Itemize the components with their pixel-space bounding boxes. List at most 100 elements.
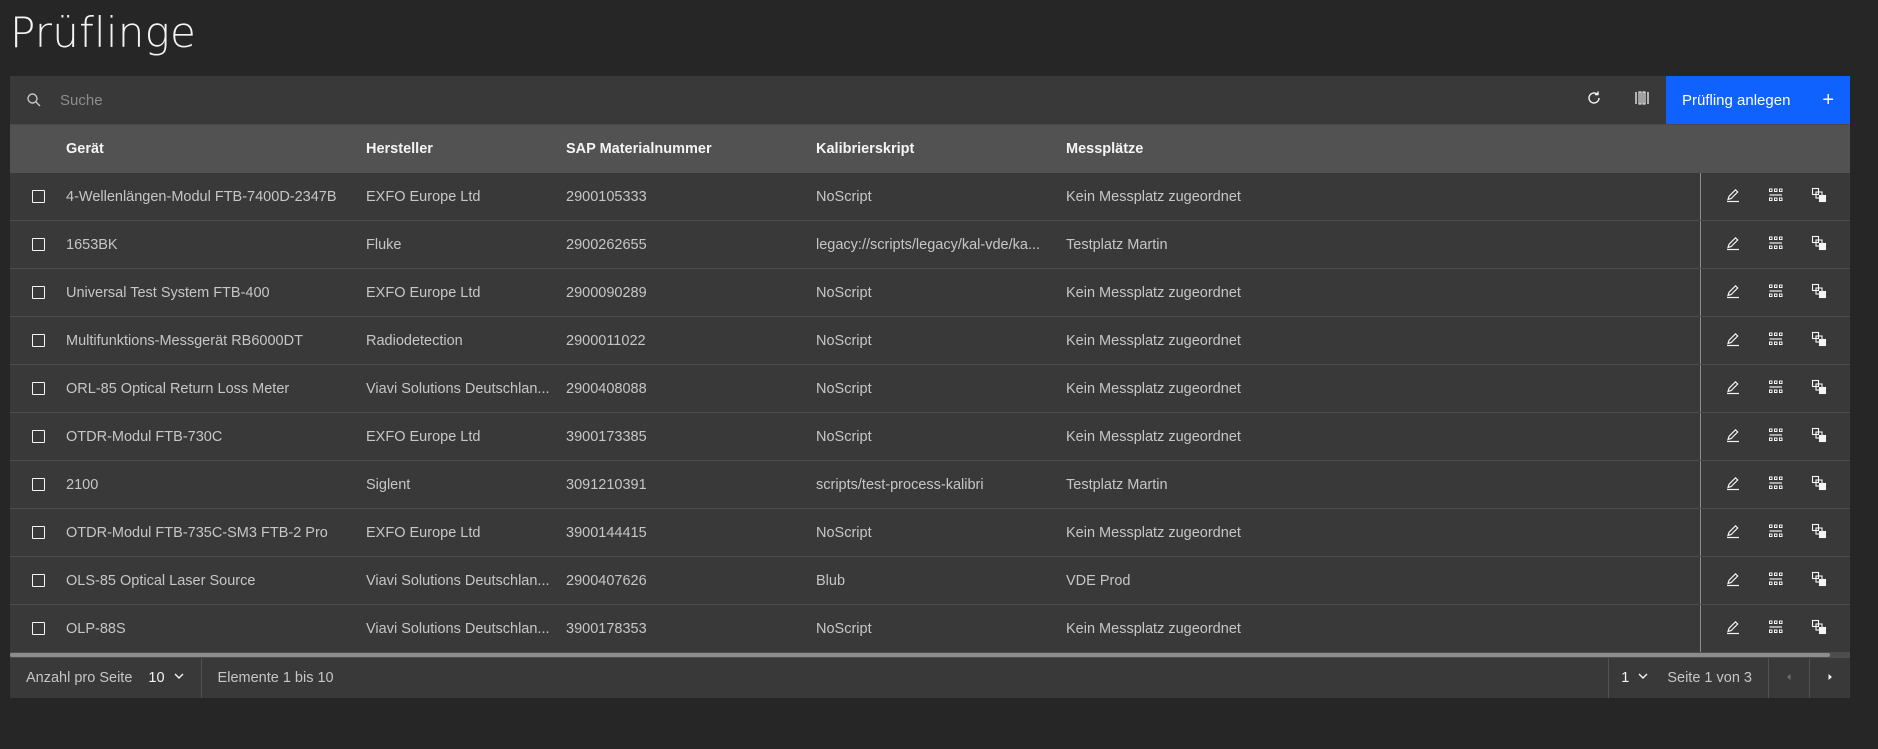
edit-button[interactable] (1724, 284, 1742, 302)
row-checkbox[interactable] (31, 430, 45, 443)
copy-button[interactable] (1810, 283, 1828, 302)
cell-messplaetze: Kein Messplatz zugeordnet (1066, 380, 1241, 397)
copy-button[interactable] (1810, 475, 1828, 494)
column-header-messplaetze[interactable]: Messplätze (1066, 141, 1700, 157)
cell-messplaetze: Kein Messplatz zugeordnet (1066, 284, 1241, 301)
table-row[interactable]: ORL-85 Optical Return Loss Meter Viavi So… (10, 365, 1850, 413)
cell-sap: 3900144415 (566, 524, 647, 541)
copy-button[interactable] (1810, 235, 1828, 255)
cell-sap: 2900408088 (566, 380, 647, 397)
row-checkbox[interactable] (31, 478, 45, 491)
column-settings-button[interactable] (1618, 76, 1666, 124)
cell-sap: 2900262655 (566, 236, 647, 253)
details-icon (1768, 379, 1784, 399)
copy-icon (1811, 235, 1827, 255)
table-row[interactable]: OLP-88S Viavi Solutions Deutschlan... 3900… (10, 605, 1850, 653)
edit-button[interactable] (1724, 428, 1742, 446)
table-row[interactable]: Multifunktions-Messgerät RB6000DT Radiode… (10, 317, 1850, 365)
row-checkbox[interactable] (31, 286, 45, 299)
caret-left-icon (1784, 670, 1794, 686)
edit-button[interactable] (1724, 332, 1742, 350)
previous-page-button[interactable] (1768, 658, 1809, 698)
table-row[interactable]: OLS-85 Optical Laser Source Viavi Solutio… (10, 557, 1850, 605)
edit-button[interactable] (1724, 524, 1742, 542)
row-checkbox[interactable] (31, 526, 45, 539)
items-range-label: Elemente 1 bis 10 (217, 670, 334, 686)
edit-button[interactable] (1724, 380, 1742, 398)
table-row[interactable]: 2100 Siglent 3091210391 scripts/test-proces… (10, 461, 1850, 509)
page-of-label: Seite 1 von 3 (1667, 670, 1752, 686)
copy-button[interactable] (1810, 619, 1828, 638)
row-checkbox[interactable] (31, 238, 45, 251)
row-checkbox-cell (10, 286, 66, 299)
details-button[interactable] (1767, 428, 1785, 446)
items-per-page-label: Anzahl pro Seite (26, 670, 133, 686)
table-row[interactable]: OTDR-Modul FTB-730C EXFO Europe Ltd 390017… (10, 413, 1850, 461)
cell-hersteller: Viavi Solutions Deutschlan... (366, 620, 550, 637)
page-select-value: 1 (1621, 670, 1630, 686)
refresh-button[interactable] (1570, 76, 1618, 124)
details-button[interactable] (1767, 476, 1785, 494)
table-body: 4-Wellenlängen-Modul FTB-7400D-2347B EXFO… (10, 173, 1850, 653)
row-checkbox[interactable] (31, 622, 45, 635)
details-icon (1768, 187, 1784, 207)
table-header: Gerät Hersteller SAP Materialnummer Kali… (10, 125, 1850, 173)
scrollbar-thumb[interactable] (10, 653, 1830, 657)
details-button[interactable] (1767, 572, 1785, 590)
cell-messplaetze: Kein Messplatz zugeordnet (1066, 188, 1241, 205)
row-checkbox[interactable] (31, 190, 45, 203)
search-input[interactable] (58, 75, 1570, 125)
row-actions (1700, 173, 1850, 220)
row-checkbox[interactable] (31, 382, 45, 395)
column-header-hersteller[interactable]: Hersteller (366, 141, 566, 157)
copy-icon (1811, 523, 1827, 543)
table-row[interactable]: Universal Test System FTB-400 EXFO Europe… (10, 269, 1850, 317)
next-page-button[interactable] (1809, 658, 1850, 698)
details-button[interactable] (1767, 236, 1785, 254)
cell-hersteller: EXFO Europe Ltd (366, 188, 481, 205)
cell-hersteller: EXFO Europe Ltd (366, 524, 481, 541)
edit-icon (1725, 475, 1741, 495)
edit-button[interactable] (1724, 620, 1742, 638)
edit-button[interactable] (1724, 476, 1742, 494)
column-header-sap[interactable]: SAP Materialnummer (566, 141, 816, 157)
column-header-kalibrierskript[interactable]: Kalibrierskript (816, 141, 1066, 157)
create-pruefling-button[interactable]: Prüfling anlegen + (1666, 76, 1850, 124)
copy-button[interactable] (1810, 379, 1828, 398)
copy-icon (1811, 331, 1827, 351)
table-toolbar: Prüfling anlegen + (10, 75, 1850, 125)
copy-button[interactable] (1810, 523, 1828, 543)
table-row[interactable]: OTDR-Modul FTB-735C-SM3 FTB-2 Pro EXFO Eu… (10, 509, 1850, 557)
details-button[interactable] (1767, 332, 1785, 350)
table-row[interactable]: 4-Wellenlängen-Modul FTB-7400D-2347B EXFO… (10, 173, 1850, 221)
cell-geraet: Multifunktions-Messgerät RB6000DT (66, 332, 303, 349)
horizontal-scrollbar[interactable] (10, 653, 1850, 657)
row-checkbox[interactable] (31, 574, 45, 587)
edit-button[interactable] (1724, 188, 1742, 206)
details-button[interactable] (1767, 284, 1785, 302)
details-button[interactable] (1767, 620, 1785, 638)
details-button[interactable] (1767, 380, 1785, 398)
edit-icon (1725, 379, 1741, 399)
edit-button[interactable] (1724, 572, 1742, 590)
page-select[interactable]: 1 (1608, 658, 1661, 698)
edit-button[interactable] (1724, 236, 1742, 254)
copy-button[interactable] (1810, 187, 1828, 206)
details-button[interactable] (1767, 524, 1785, 542)
row-checkbox[interactable] (31, 334, 45, 347)
row-checkbox-cell (10, 238, 66, 251)
column-settings-icon (1634, 90, 1650, 111)
cell-hersteller: Viavi Solutions Deutschlan... (366, 380, 550, 397)
cell-geraet: ORL-85 Optical Return Loss Meter (66, 380, 290, 397)
table-row[interactable]: 1653BK Fluke 2900262655 legacy://scripts/le… (10, 221, 1850, 269)
copy-button[interactable] (1810, 331, 1828, 351)
items-per-page-select[interactable]: 10 (132, 658, 202, 698)
edit-icon (1725, 571, 1741, 591)
column-header-geraet[interactable]: Gerät (66, 141, 366, 157)
details-button[interactable] (1767, 188, 1785, 206)
copy-button[interactable] (1810, 427, 1828, 446)
cell-sap: 2900011022 (566, 332, 646, 349)
cell-kalibrierskript: NoScript (816, 332, 872, 349)
copy-button[interactable] (1810, 571, 1828, 590)
row-actions (1700, 269, 1850, 316)
